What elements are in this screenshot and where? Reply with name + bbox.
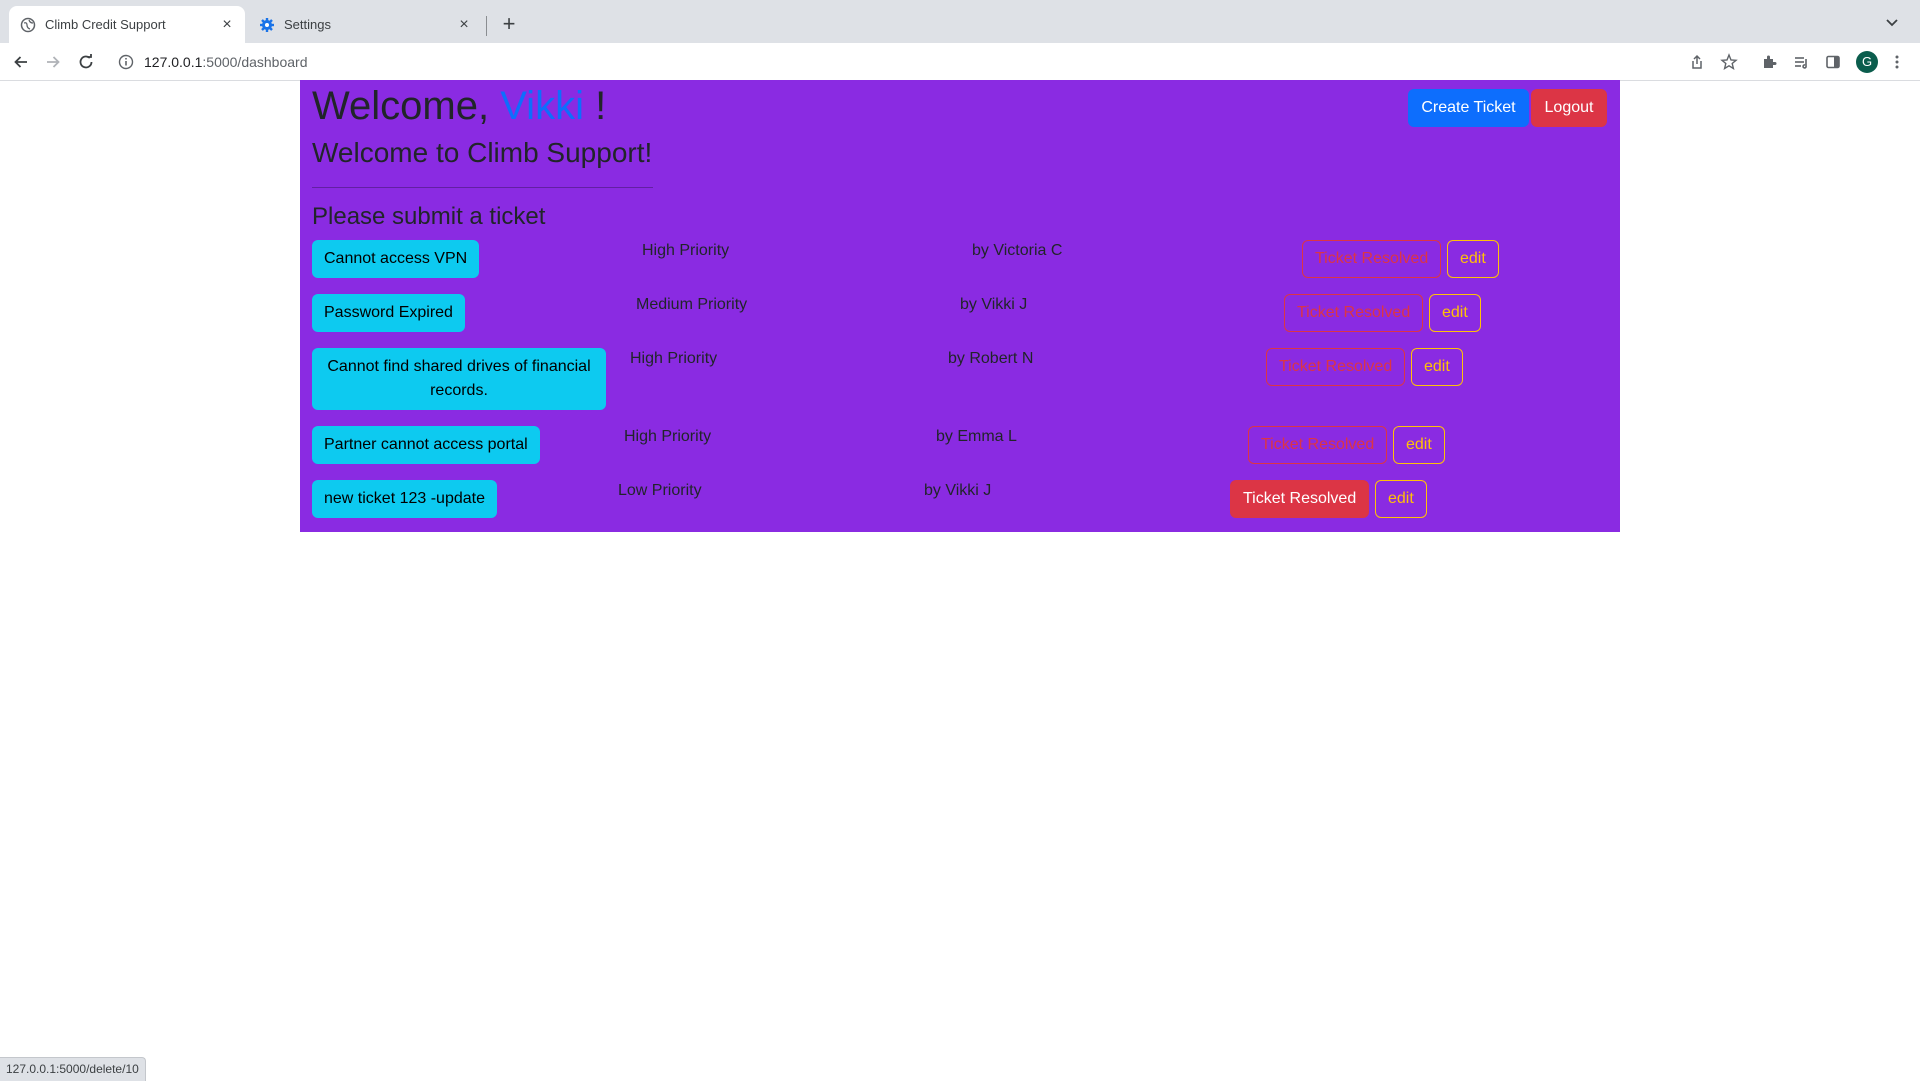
info-icon[interactable] [118, 54, 134, 70]
tab-title: Settings [284, 17, 331, 32]
ticket-priority: Medium Priority [636, 296, 748, 313]
ticket-author: by Robert N [948, 350, 1034, 367]
browser-tab-strip: Climb Credit Support × Settings × + [0, 0, 1920, 43]
welcome-heading: Welcome, Vikki ! [312, 82, 606, 130]
page-subtitle: Welcome to Climb Support! [312, 137, 653, 168]
tab-climb-credit-support[interactable]: Climb Credit Support × [9, 6, 245, 43]
side-panel-icon[interactable] [1823, 52, 1843, 72]
star-icon[interactable] [1719, 52, 1739, 72]
share-icon[interactable] [1687, 52, 1707, 72]
forward-arrow-icon[interactable] [43, 52, 63, 72]
tab-title: Climb Credit Support [45, 17, 166, 32]
address-bar[interactable]: 127.0.0.1:5000/dashboard [108, 47, 1874, 76]
edit-button[interactable]: edit [1393, 426, 1445, 464]
edit-button[interactable]: edit [1375, 480, 1427, 518]
ticket-title-button[interactable]: Cannot find shared drives of financial r… [312, 348, 606, 410]
ticket-resolved-button[interactable]: Ticket Resolved [1302, 240, 1442, 278]
ticket-priority: High Priority [642, 242, 730, 259]
ticket-author: by Vikki J [960, 296, 1028, 313]
more-options-icon[interactable] [1887, 52, 1907, 72]
chevron-down-icon[interactable] [1882, 12, 1902, 32]
welcome-suffix: ! [595, 84, 607, 128]
ticket-title-button[interactable]: new ticket 123 -update [312, 480, 497, 518]
user-name: Vikki [500, 84, 584, 128]
logout-button[interactable]: Logout [1531, 89, 1607, 127]
url-host: 127.0.0.1 [144, 53, 203, 70]
status-url-bubble: 127.0.0.1:5000/delete/10 [0, 1057, 146, 1081]
avatar[interactable]: G [1856, 51, 1878, 73]
create-ticket-button[interactable]: Create Ticket [1408, 89, 1529, 127]
back-arrow-icon[interactable] [11, 52, 31, 72]
ticket-resolved-button[interactable]: Ticket Resolved [1230, 480, 1370, 518]
reload-icon[interactable] [76, 52, 96, 72]
new-tab-button[interactable]: + [498, 13, 520, 37]
ticket-author: by Emma L [936, 428, 1017, 445]
browser-toolbar: 127.0.0.1:5000/dashboard G [0, 43, 1920, 81]
tab-settings[interactable]: Settings × [250, 6, 482, 43]
ticket-title-button[interactable]: Cannot access VPN [312, 240, 480, 278]
media-controls-icon[interactable] [1791, 52, 1811, 72]
ticket-author: by Vikki J [924, 482, 992, 499]
ticket-resolved-button[interactable]: Ticket Resolved [1284, 294, 1424, 332]
tab-separator [486, 16, 487, 36]
extensions-icon[interactable] [1759, 52, 1779, 72]
submit-ticket-heading: Please submit a ticket [312, 203, 546, 230]
ticket-resolved-button[interactable]: Ticket Resolved [1266, 348, 1406, 386]
close-icon[interactable]: × [219, 16, 235, 33]
dashboard-panel: Welcome, Vikki ! Welcome to Climb Suppor… [300, 80, 1620, 532]
close-icon[interactable]: × [456, 16, 472, 33]
ticket-priority: Low Priority [618, 482, 702, 499]
edit-button[interactable]: edit [1429, 294, 1481, 332]
url-path: :5000/dashboard [202, 53, 308, 70]
edit-button[interactable]: edit [1447, 240, 1499, 278]
ticket-priority: High Priority [624, 428, 712, 445]
globe-icon [20, 17, 36, 33]
edit-button[interactable]: edit [1411, 348, 1463, 386]
ticket-author: by Victoria C [972, 242, 1063, 259]
ticket-title-button[interactable]: Password Expired [312, 294, 465, 332]
ticket-resolved-button[interactable]: Ticket Resolved [1248, 426, 1388, 464]
url-text: 127.0.0.1:5000/dashboard [144, 54, 307, 70]
welcome-prefix: Welcome, [312, 84, 490, 128]
ticket-priority: High Priority [630, 350, 718, 367]
gear-icon [259, 17, 275, 33]
divider [312, 187, 653, 188]
ticket-title-button[interactable]: Partner cannot access portal [312, 426, 540, 464]
